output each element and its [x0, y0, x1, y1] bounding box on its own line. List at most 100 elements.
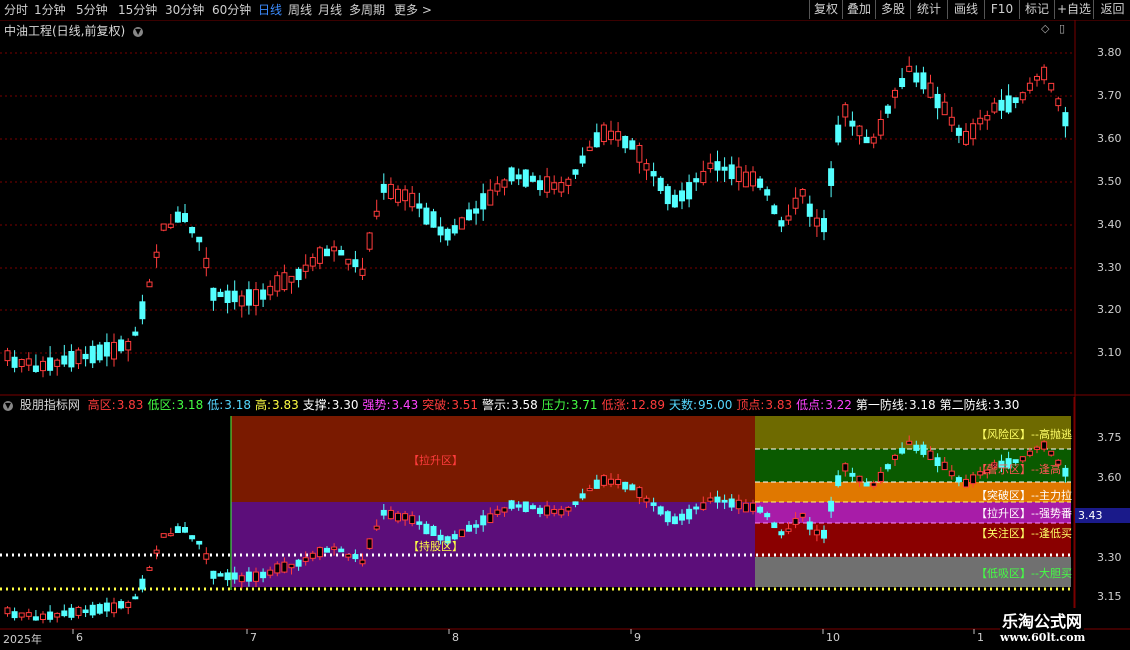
- candle: [1019, 91, 1026, 104]
- candle: [863, 129, 870, 144]
- candle: [118, 335, 125, 354]
- indicator-value-number: 3.58: [511, 398, 538, 412]
- indicator-header: ▼ 股朋指标网 高区:3.83 低区:3.18 低:3.18 高:3.83 支撑:3.3…: [0, 397, 1027, 413]
- candle-ind: [68, 604, 75, 621]
- candle: [1062, 106, 1069, 138]
- candle-ind: [288, 563, 295, 575]
- period-tab-monthly[interactable]: 月线: [318, 2, 342, 18]
- candle-ind: [835, 470, 842, 488]
- candle: [359, 257, 366, 281]
- period-tab-daily[interactable]: 日线: [258, 2, 282, 18]
- candle-ind: [89, 601, 96, 618]
- x-tick-label: 10: [826, 631, 840, 644]
- zone-label-dixi: 【低吸区】--大胆买: [976, 567, 1072, 580]
- candle-ind: [593, 474, 600, 489]
- period-tab-fenshi[interactable]: 分时: [4, 2, 28, 18]
- candle-ind: [409, 511, 416, 527]
- f10-button[interactable]: F10: [984, 0, 1019, 19]
- candle: [423, 202, 430, 226]
- candle: [430, 208, 437, 228]
- multi-stock-button[interactable]: 多股: [875, 0, 910, 19]
- candle-ind: [189, 535, 196, 542]
- period-tab-weekly[interactable]: 周线: [288, 2, 312, 18]
- indicator-value-label: 低区:: [147, 398, 176, 412]
- candle: [366, 231, 373, 252]
- candle: [54, 358, 61, 376]
- candle: [494, 176, 501, 196]
- candle: [1048, 82, 1055, 93]
- grid: [0, 52, 1074, 354]
- chevron-down-icon[interactable]: ▼: [3, 400, 13, 411]
- zone-label-fengxian: 【风险区】--高抛逃: [976, 428, 1072, 441]
- candle-ind: [466, 521, 472, 532]
- mark-button[interactable]: 标记: [1019, 0, 1054, 19]
- x-tick-label: 2025年: [3, 633, 42, 646]
- indicator-value: 顶点:3.83: [736, 398, 792, 412]
- candle-ind: [203, 547, 210, 565]
- candle: [89, 340, 96, 369]
- period-tab-30min[interactable]: 30分钟: [165, 2, 204, 18]
- candle-ind: [4, 606, 11, 617]
- period-tab-15min[interactable]: 15分钟: [118, 2, 157, 18]
- candle-ind: [544, 500, 551, 519]
- indicator-value-label: 高:: [254, 398, 272, 412]
- candle-ind: [842, 462, 849, 477]
- draw-line-button[interactable]: 画线: [947, 0, 984, 19]
- x-tick-label: 6: [76, 631, 83, 644]
- overlay-button[interactable]: 叠加: [842, 0, 875, 19]
- candle-ind: [111, 597, 117, 618]
- candle: [245, 281, 252, 315]
- candle: [103, 333, 110, 367]
- price-tick-label: 3.30: [1097, 261, 1122, 274]
- candle: [771, 203, 778, 215]
- candle: [515, 168, 522, 186]
- period-tab-5min[interactable]: 5分钟: [76, 2, 108, 18]
- chart-canvas[interactable]: [0, 0, 1130, 650]
- period-tab-1min[interactable]: 1分钟: [34, 2, 66, 18]
- indicator-value-label: 低点:: [796, 398, 825, 412]
- period-tab-multi[interactable]: 多周期: [349, 2, 385, 18]
- candle-ind: [281, 557, 288, 574]
- watermark-url: www.60lt.com: [1000, 631, 1086, 644]
- candle: [40, 356, 46, 378]
- stats-button[interactable]: 统计: [910, 0, 947, 19]
- back-button[interactable]: 返回: [1093, 0, 1130, 19]
- candle-ind: [274, 561, 281, 577]
- candle: [906, 56, 913, 73]
- candle-ind: [238, 572, 245, 589]
- candle-ind: [139, 575, 146, 593]
- candle-ind: [778, 529, 785, 539]
- candle-ind: [1062, 465, 1069, 483]
- zone-label-guanzhu: 【关注区】--逢低买: [976, 527, 1072, 540]
- indicator-value-number: 3.71: [570, 398, 598, 412]
- candle: [650, 162, 657, 187]
- period-tab-60min[interactable]: 60分钟: [212, 2, 251, 18]
- indicator-value-label: 突破:: [422, 398, 451, 412]
- candle: [352, 250, 359, 273]
- panel-icon[interactable]: ▯: [1059, 22, 1065, 35]
- candle: [792, 187, 799, 215]
- candle: [686, 174, 693, 208]
- candle-ind: [359, 553, 366, 567]
- add-watchlist-button[interactable]: +自选: [1054, 0, 1093, 19]
- candle: [68, 344, 75, 372]
- candle-ind: [260, 568, 267, 583]
- indicator-value-number: 3.18: [224, 398, 251, 412]
- candle-ind: [686, 504, 693, 524]
- fuquan-button[interactable]: 复权: [809, 0, 842, 19]
- candle-ind: [61, 604, 68, 618]
- candle: [167, 213, 174, 230]
- candle: [331, 240, 338, 262]
- candle: [146, 278, 153, 288]
- indicator-value-number: 3.83: [765, 398, 793, 412]
- candle-ind: [253, 567, 259, 588]
- indicator-value-label: 低:: [207, 398, 224, 412]
- candle: [998, 89, 1005, 120]
- candle: [132, 326, 139, 337]
- candle-ind: [153, 545, 160, 560]
- chevron-down-icon[interactable]: ▼: [133, 26, 144, 37]
- diamond-icon[interactable]: ◇: [1041, 22, 1049, 35]
- candle-ind: [331, 543, 338, 556]
- candle: [288, 275, 295, 294]
- period-tab-more[interactable]: 更多 >: [394, 2, 432, 18]
